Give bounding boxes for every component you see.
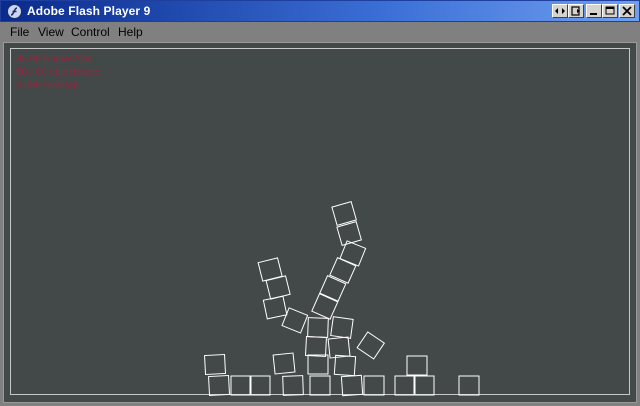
box	[333, 354, 357, 377]
box	[272, 352, 296, 375]
title-bar[interactable]: Adobe Flash Player 9	[0, 0, 640, 22]
fullscreen-icon[interactable]	[568, 4, 584, 18]
box	[262, 295, 288, 320]
box	[413, 375, 435, 396]
box	[394, 375, 416, 396]
box	[282, 375, 304, 396]
box	[330, 316, 354, 339]
box	[307, 354, 329, 375]
maximize-icon[interactable]	[602, 4, 618, 18]
box	[208, 374, 231, 397]
box	[309, 375, 331, 396]
box	[311, 293, 339, 320]
box	[257, 257, 283, 282]
box	[331, 200, 357, 226]
box	[458, 375, 480, 396]
menu-file[interactable]: File	[10, 25, 29, 39]
box	[327, 336, 351, 359]
menu-help[interactable]: Help	[118, 25, 143, 39]
box	[319, 275, 347, 302]
box	[307, 317, 329, 338]
box	[230, 375, 252, 396]
box	[363, 375, 385, 396]
box	[204, 353, 227, 376]
flash-player-icon	[7, 4, 22, 19]
flash-stage[interactable]: 35.00 frames/sec 50 / 60 objects/sec 0.0…	[3, 42, 637, 403]
box	[356, 331, 386, 360]
physics-scene	[204, 200, 480, 397]
box	[304, 335, 327, 358]
box	[406, 355, 428, 376]
menu-view[interactable]: View	[38, 25, 64, 39]
minimize-icon[interactable]	[586, 4, 602, 18]
menu-bar: File View Control Help	[0, 22, 640, 42]
window-title: Adobe Flash Player 9	[27, 4, 151, 18]
box	[249, 375, 271, 396]
restore-down-icon[interactable]	[552, 4, 568, 18]
menu-control[interactable]: Control	[71, 25, 110, 39]
box	[340, 374, 364, 397]
close-icon[interactable]	[619, 4, 635, 18]
box	[329, 257, 357, 284]
